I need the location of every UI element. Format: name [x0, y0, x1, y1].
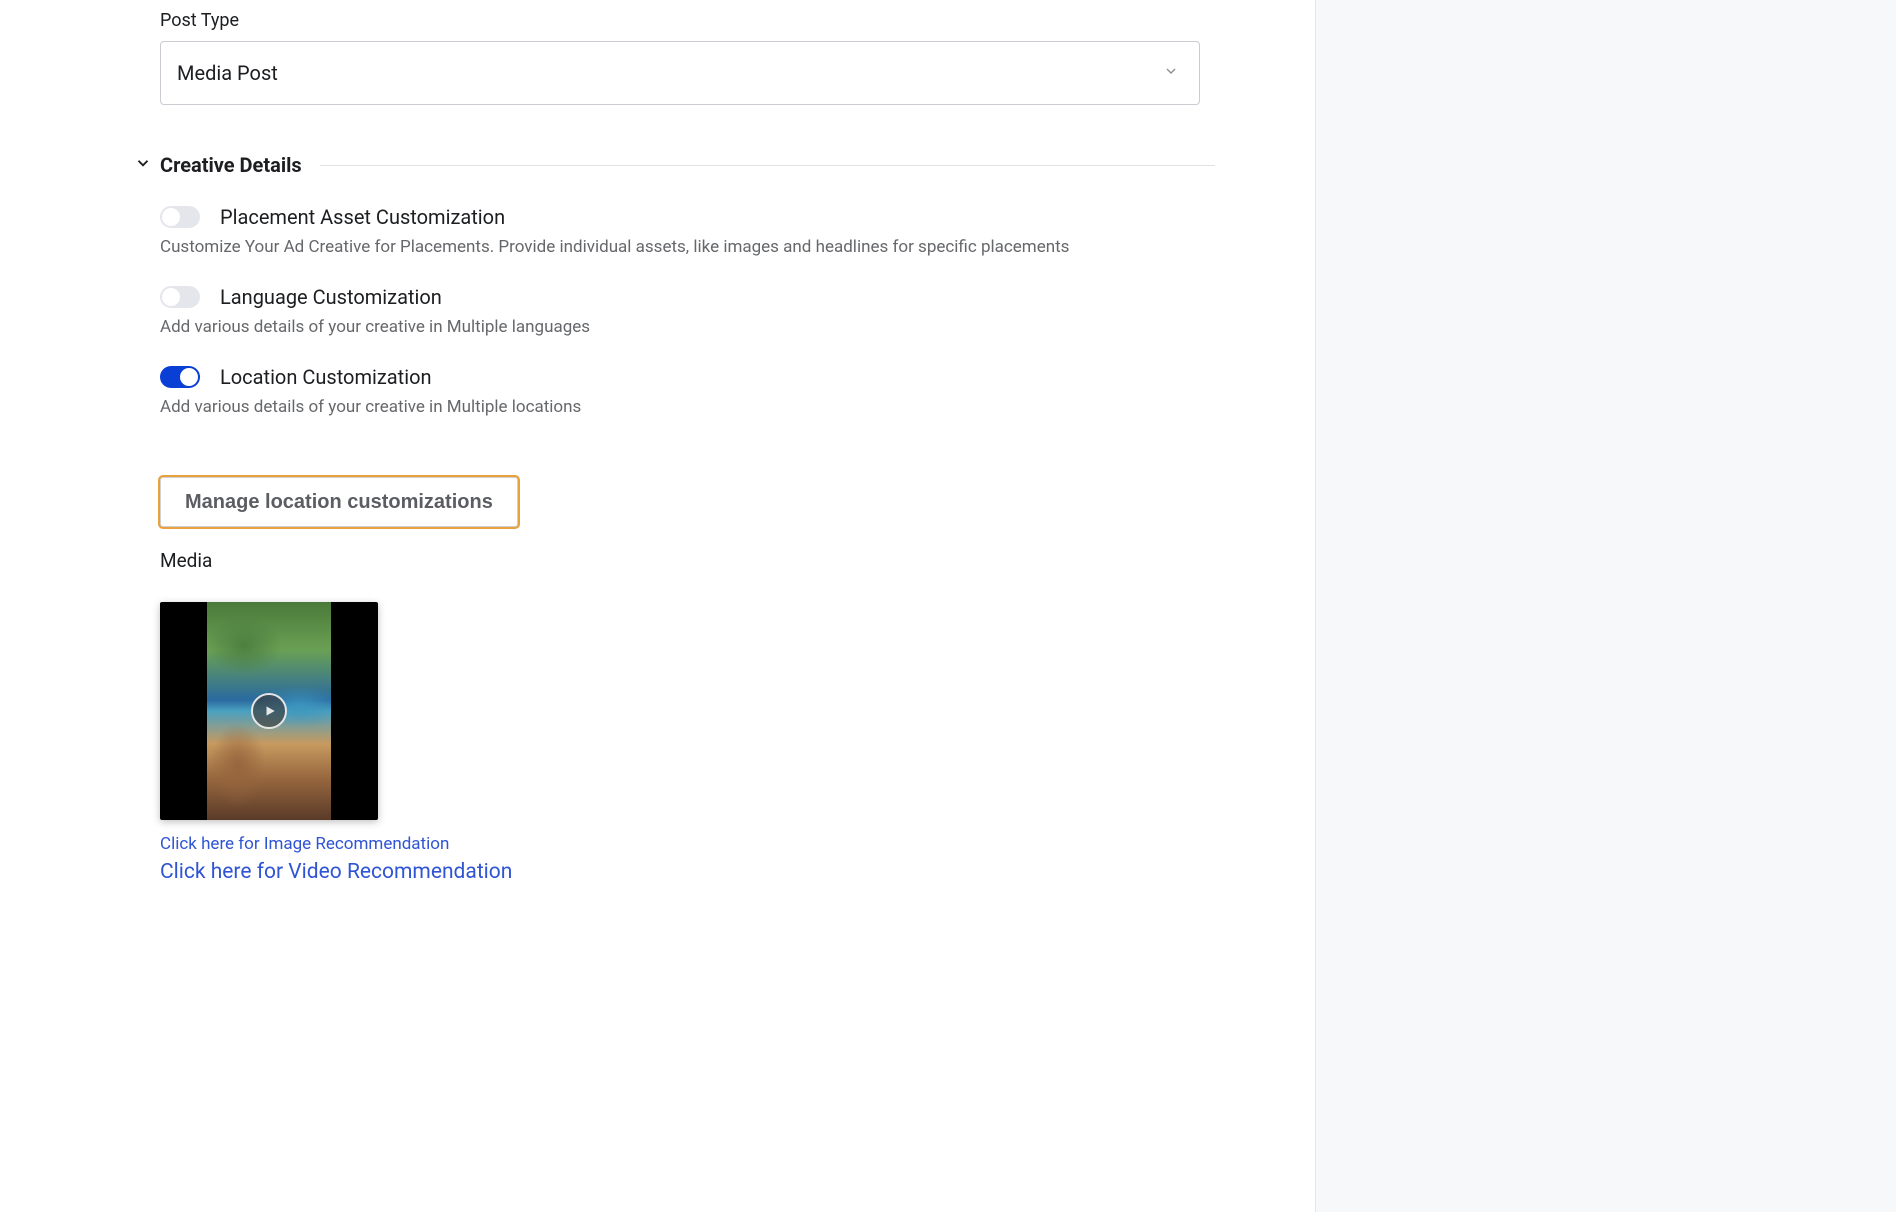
placement-asset-label: Placement Asset Customization [220, 205, 505, 229]
placement-asset-toggle[interactable] [160, 206, 200, 228]
video-recommendation-link[interactable]: Click here for Video Recommendation [160, 860, 1215, 884]
post-type-value: Media Post [177, 61, 278, 85]
location-customization-toggle[interactable] [160, 366, 200, 388]
location-customization-desc: Add various details of your creative in … [160, 397, 1215, 417]
placement-asset-desc: Customize Your Ad Creative for Placement… [160, 237, 1215, 257]
manage-location-customizations-button[interactable]: Manage location customizations [160, 477, 518, 527]
post-type-select[interactable]: Media Post [160, 41, 1200, 105]
chevron-down-icon [1163, 63, 1179, 83]
media-thumbnail[interactable] [160, 602, 378, 820]
language-customization-row: Language Customization Add various detai… [160, 285, 1215, 337]
location-customization-row: Location Customization Add various detai… [160, 365, 1215, 417]
language-customization-toggle[interactable] [160, 286, 200, 308]
chevron-down-icon [134, 154, 160, 176]
creative-details-header[interactable]: Creative Details [134, 153, 1215, 177]
section-divider [320, 165, 1215, 166]
right-sidebar [1316, 0, 1896, 1212]
language-customization-label: Language Customization [220, 285, 442, 309]
creative-details-title: Creative Details [160, 153, 302, 177]
play-icon [251, 693, 287, 729]
location-customization-label: Location Customization [220, 365, 432, 389]
media-label: Media [160, 549, 1215, 572]
image-recommendation-link[interactable]: Click here for Image Recommendation [160, 834, 1215, 854]
placement-asset-row: Placement Asset Customization Customize … [160, 205, 1215, 257]
language-customization-desc: Add various details of your creative in … [160, 317, 1215, 337]
post-type-label: Post Type [160, 10, 1215, 31]
